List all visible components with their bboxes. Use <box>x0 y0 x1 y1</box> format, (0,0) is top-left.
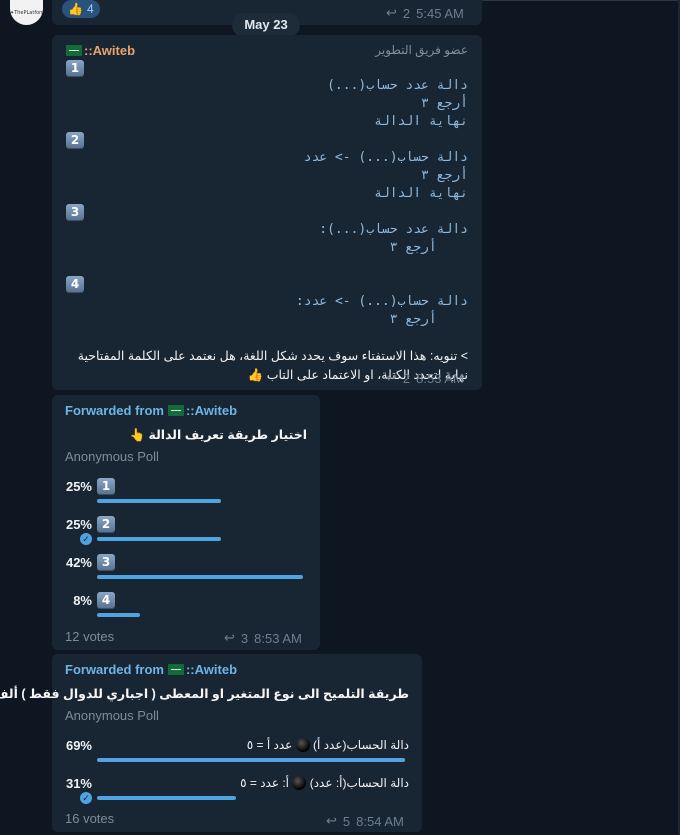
poll-question: اختيار طريقة تعريف الدالة 👆 <box>129 428 307 442</box>
reaction-chip[interactable]: 👍 4 <box>62 0 100 18</box>
message-time: 8:54 AM <box>356 813 404 829</box>
message-meta: ↩ 5 8:54 AM <box>326 813 404 829</box>
reaction-count: 4 <box>86 2 94 16</box>
message-time: 8:53 AM <box>416 370 464 386</box>
poll-type: Anonymous Poll <box>65 708 159 723</box>
thumbs-up-icon: 👍 <box>68 2 83 16</box>
reply-count: 2 <box>402 370 411 386</box>
poll-option-percent: 25% <box>65 479 92 494</box>
date-separator: May 23 <box>232 13 300 37</box>
black-circle-icon <box>295 738 310 752</box>
message-meta: ↩ 2 8:53 AM <box>386 370 464 386</box>
message-meta: ↩ 3 8:53 AM <box>224 630 302 646</box>
poll-type: Anonymous Poll <box>65 449 159 464</box>
keycap-1-icon: 1 <box>66 60 84 77</box>
chosen-check-icon: ✓ <box>80 533 92 545</box>
keycap-3-icon[interactable]: 3 <box>97 554 115 571</box>
chosen-check-icon: ✓ <box>80 792 92 804</box>
poll-option-bar <box>97 537 221 541</box>
saudi-flag-icon <box>66 45 82 56</box>
code-block-2: دالة حساب(...) -> عدد أرجع ٣ نهاية الدال… <box>303 150 468 201</box>
previous-message-meta: ↩ 2 5:45 AM <box>386 5 464 21</box>
poll-option-bar <box>97 575 303 579</box>
keycap-1-icon[interactable]: 1 <box>97 478 115 495</box>
reply-icon[interactable]: ↩ <box>386 370 397 386</box>
keycap-3-icon: 3 <box>66 204 84 221</box>
reply-icon[interactable]: ↩ <box>326 813 337 829</box>
note-line-1: > تنويه: هذا الاستفتاء سوف يحدد شكل اللغ… <box>77 349 468 363</box>
black-circle-icon <box>292 776 307 790</box>
poll-message-bubble[interactable]: Forwarded from::Awiteb طريقة التلميح الى… <box>0 654 422 832</box>
code-block-1: دالة عدد حساب(...) أرجع ٣ نهاية الدالة <box>327 78 468 129</box>
keycap-2-icon: 2 <box>66 132 84 149</box>
reply-icon[interactable]: ↩ <box>224 630 235 646</box>
poll-option-text[interactable]: دالة الحساب(أ: عدد) أ: عدد = ٥ <box>240 776 409 790</box>
poll-option-bar <box>97 758 405 762</box>
keycap-2-icon[interactable]: 2 <box>97 516 115 533</box>
reply-count: 2 <box>402 5 411 21</box>
saudi-flag-icon <box>167 664 184 675</box>
poll-option-bar <box>97 796 236 800</box>
message-time: 5:45 AM <box>416 5 464 21</box>
avatar-logo: ✦ThePLatform <box>10 10 43 16</box>
message-time: 8:53 AM <box>254 630 302 646</box>
reply-count: 3 <box>240 630 249 646</box>
sender-name[interactable]: ::Awiteb <box>66 43 135 58</box>
poll-option-percent: 25% <box>65 517 92 532</box>
keycap-4-icon[interactable]: 4 <box>97 592 115 609</box>
poll-option-percent: 8% <box>73 593 92 608</box>
poll-option-bar <box>97 499 221 503</box>
keycap-4-icon: 4 <box>66 276 84 293</box>
poll-option-percent: 31% <box>65 776 92 791</box>
reply-count: 5 <box>342 813 351 829</box>
avatar[interactable]: ✦ThePLatform <box>10 0 43 25</box>
forwarded-header[interactable]: Forwarded from::Awiteb <box>65 662 237 677</box>
message-bubble[interactable]: ::Awiteb عضو فريق التطوير 1 دالة عدد حسا… <box>52 35 482 390</box>
code-block-3: دالة عدد حساب(...): أرجع ٣ <box>319 222 468 255</box>
saudi-flag-icon <box>167 405 184 416</box>
poll-option-bar <box>97 613 140 617</box>
forwarded-header[interactable]: Forwarded from::Awiteb <box>65 403 237 418</box>
poll-question: طريقة التلميح الى نوع المتغير او المعطى … <box>0 687 409 701</box>
header-divider <box>482 0 680 1</box>
poll-message-bubble[interactable]: Forwarded from::Awiteb اختيار طريقة تعري… <box>52 395 320 650</box>
poll-vote-count[interactable]: 16 votes <box>65 811 114 826</box>
sender-role: عضو فريق التطوير <box>375 43 468 57</box>
poll-option-percent: 69% <box>65 738 92 753</box>
poll-option-percent: 42% <box>65 555 92 570</box>
poll-option-text[interactable]: دالة الحساب(عدد أ) عدد أ = ٥ <box>247 738 409 752</box>
poll-vote-count[interactable]: 12 votes <box>65 629 114 644</box>
reply-icon[interactable]: ↩ <box>386 5 397 21</box>
code-block-4: دالة حساب(...) -> عدد: أرجع ٣ <box>295 294 468 327</box>
